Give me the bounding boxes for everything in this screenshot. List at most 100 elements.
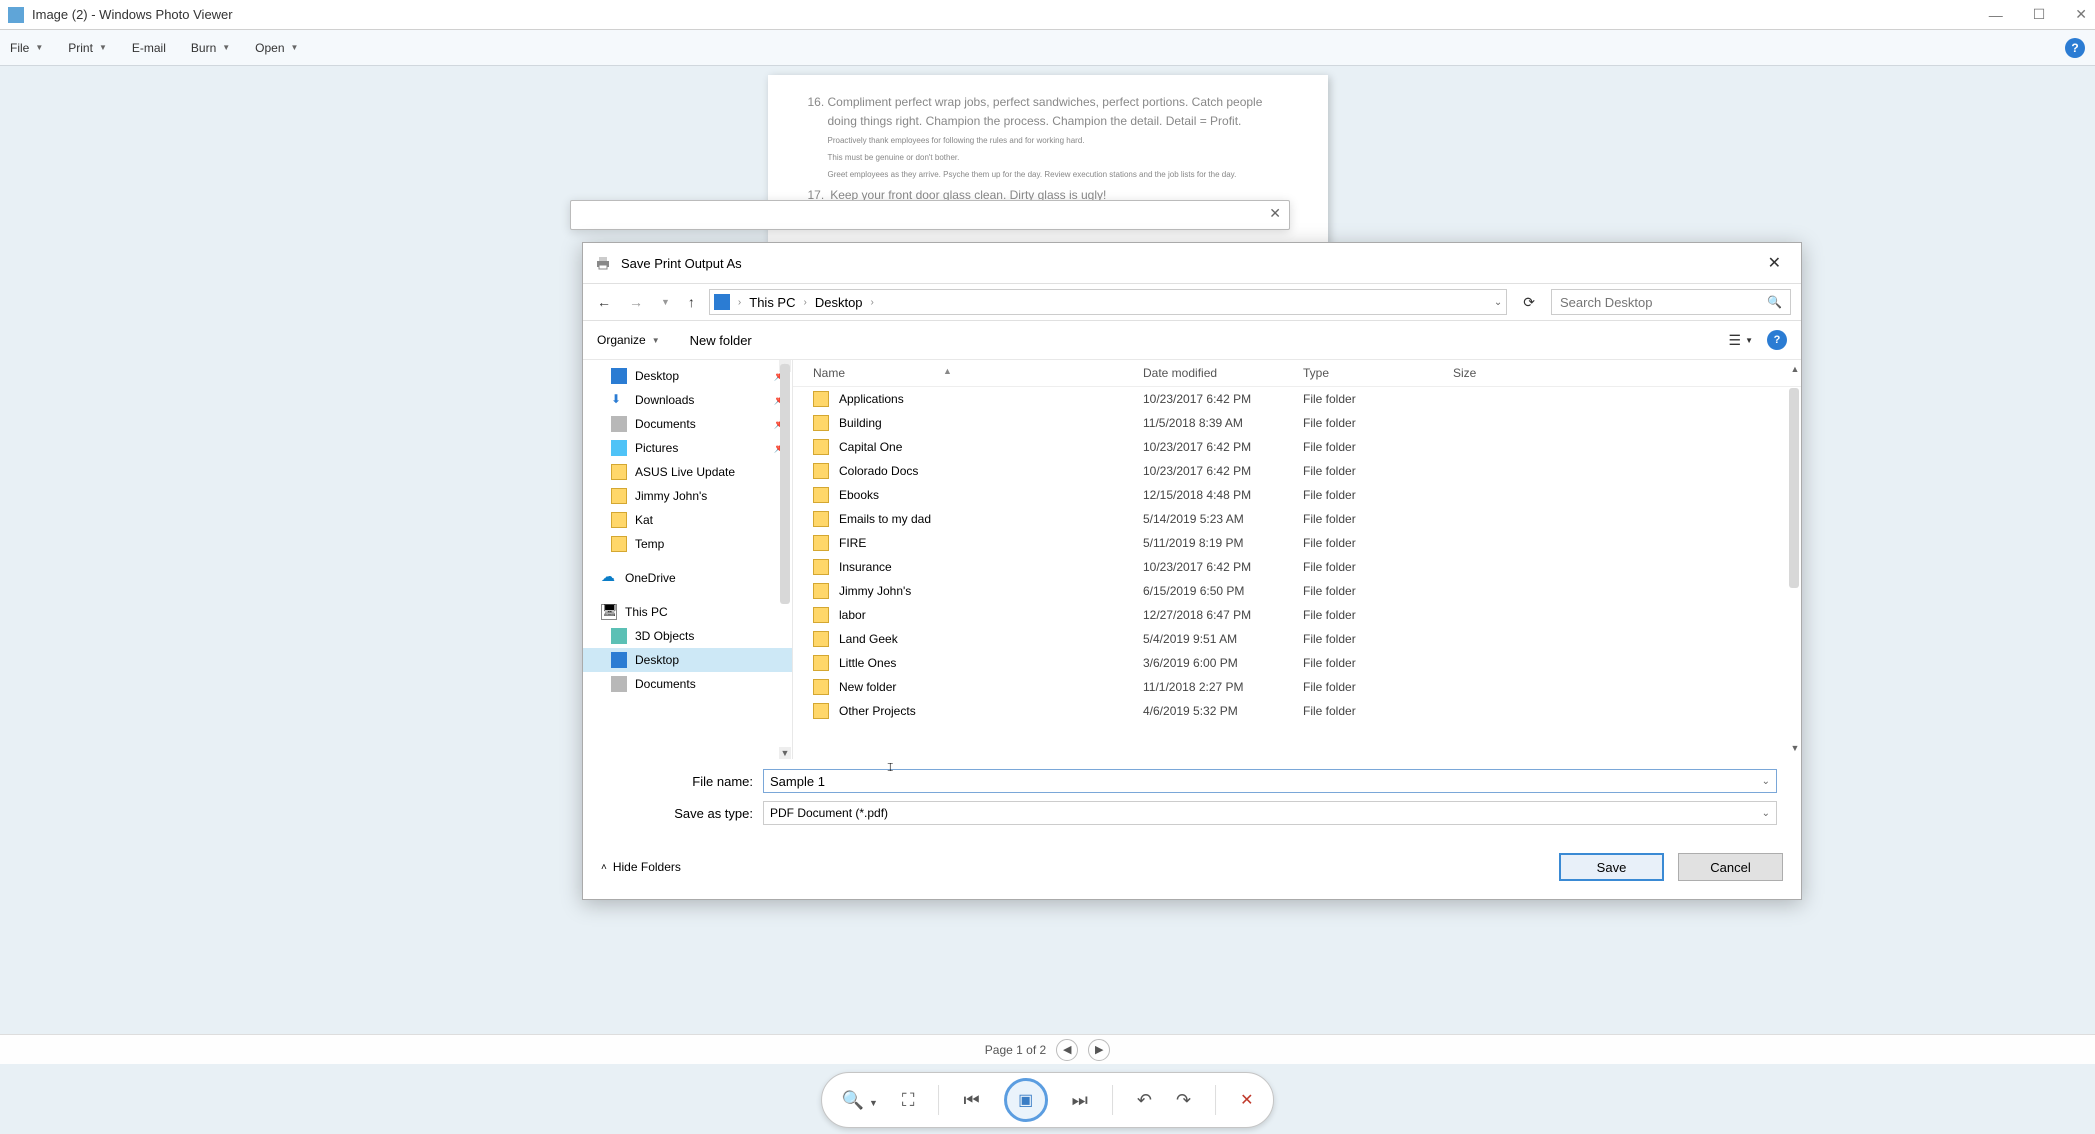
nav-recent-button[interactable]: ▼: [657, 295, 674, 309]
organize-button[interactable]: Organize▼: [597, 333, 660, 347]
file-name: labor: [839, 608, 1143, 622]
minimize-icon[interactable]: —: [1989, 7, 2003, 23]
filename-input-wrapper[interactable]: 𝙸 ⌄: [763, 769, 1777, 793]
zoom-button[interactable]: 🔍 ▼: [842, 1090, 878, 1111]
tree-item-kat[interactable]: Kat: [583, 508, 792, 532]
tree-item-3d-objects[interactable]: 3D Objects: [583, 624, 792, 648]
tree-item-asus[interactable]: ASUS Live Update: [583, 460, 792, 484]
file-row[interactable]: Capital One10/23/2017 6:42 PMFile folder: [793, 435, 1801, 459]
delete-button[interactable]: ✕: [1240, 1090, 1253, 1110]
scroll-down-button[interactable]: ▼: [779, 747, 791, 759]
refresh-button[interactable]: ⟳: [1517, 292, 1541, 313]
filename-input[interactable]: [770, 774, 1756, 789]
column-date[interactable]: Date modified: [1143, 366, 1303, 380]
prev-image-button[interactable]: ⏮: [963, 1090, 979, 1111]
downloads-icon: ⬇: [611, 392, 627, 408]
tree-item-documents2[interactable]: Documents: [583, 672, 792, 696]
file-row[interactable]: Other Projects4/6/2019 5:32 PMFile folde…: [793, 699, 1801, 723]
saveas-select[interactable]: PDF Document (*.pdf) ⌄: [763, 801, 1777, 825]
scrollbar-thumb[interactable]: [780, 364, 790, 604]
column-size[interactable]: Size: [1453, 366, 1553, 380]
close-icon[interactable]: ✕: [2075, 6, 2087, 23]
folder-icon: [813, 511, 829, 527]
column-type[interactable]: Type: [1303, 366, 1453, 380]
file-row[interactable]: Little Ones3/6/2019 6:00 PMFile folder: [793, 651, 1801, 675]
dialog-close-button[interactable]: ✕: [1760, 249, 1789, 277]
toolbar-right: ☰ ▼ ?: [1729, 330, 1787, 350]
search-input[interactable]: [1560, 295, 1767, 310]
file-row[interactable]: Jimmy John's6/15/2019 6:50 PMFile folder: [793, 579, 1801, 603]
menu-burn[interactable]: Burn▼: [191, 41, 230, 55]
breadcrumb-desktop[interactable]: Desktop: [815, 295, 863, 310]
scroll-up-button[interactable]: ▲: [1789, 364, 1801, 376]
rotate-cw-button[interactable]: ↷: [1176, 1090, 1191, 1111]
tree-item-documents[interactable]: Documents📌: [583, 412, 792, 436]
help-icon[interactable]: ?: [2065, 38, 2085, 58]
search-box[interactable]: 🔍: [1551, 289, 1791, 315]
column-name[interactable]: Name: [813, 366, 1143, 380]
file-type: File folder: [1303, 584, 1453, 598]
scrollbar-thumb[interactable]: [1789, 388, 1799, 588]
file-scrollbar[interactable]: ▲ ▼: [1789, 364, 1799, 755]
menu-open[interactable]: Open▼: [255, 41, 298, 55]
prev-page-button[interactable]: ◀: [1056, 1039, 1078, 1061]
new-folder-button[interactable]: New folder: [690, 333, 752, 348]
folder-icon: [813, 679, 829, 695]
breadcrumb-dropdown[interactable]: ⌄: [1494, 297, 1502, 308]
divider: [1215, 1085, 1216, 1115]
dropdown-icon[interactable]: ⌄: [1762, 776, 1770, 787]
file-row[interactable]: Emails to my dad5/14/2019 5:23 AMFile fo…: [793, 507, 1801, 531]
file-row[interactable]: Insurance10/23/2017 6:42 PMFile folder: [793, 555, 1801, 579]
next-image-button[interactable]: ⏭: [1072, 1090, 1088, 1111]
file-type: File folder: [1303, 512, 1453, 526]
file-name: Ebooks: [839, 488, 1143, 502]
file-row[interactable]: labor12/27/2018 6:47 PMFile folder: [793, 603, 1801, 627]
menu-print[interactable]: Print▼: [68, 41, 107, 55]
file-row[interactable]: Colorado Docs10/23/2017 6:42 PMFile fold…: [793, 459, 1801, 483]
tree-item-this-pc[interactable]: This PC: [583, 600, 792, 624]
file-name: Applications: [839, 392, 1143, 406]
file-date: 3/6/2019 6:00 PM: [1143, 656, 1303, 670]
help-icon[interactable]: ?: [1767, 330, 1787, 350]
scroll-down-button[interactable]: ▼: [1789, 743, 1801, 755]
save-button[interactable]: Save: [1559, 853, 1664, 881]
file-row[interactable]: New folder11/1/2018 2:27 PMFile folder: [793, 675, 1801, 699]
tree-item-onedrive[interactable]: OneDrive: [583, 566, 792, 590]
nav-tree[interactable]: ▲ Desktop📌 ⬇Downloads📌 Documents📌 Pictur…: [583, 360, 793, 759]
file-row[interactable]: Building11/5/2018 8:39 AMFile folder: [793, 411, 1801, 435]
nav-back-button[interactable]: ←: [593, 292, 615, 312]
dialog-titlebar: Save Print Output As ✕: [583, 243, 1801, 283]
tree-item-downloads[interactable]: ⬇Downloads📌: [583, 388, 792, 412]
tree-item-desktop[interactable]: Desktop📌: [583, 364, 792, 388]
rotate-ccw-button[interactable]: ↶: [1137, 1090, 1152, 1111]
nav-forward-button[interactable]: →: [625, 292, 647, 312]
dropdown-icon[interactable]: ⌄: [1762, 808, 1770, 819]
file-row[interactable]: Applications10/23/2017 6:42 PMFile folde…: [793, 387, 1801, 411]
onedrive-icon: [601, 570, 617, 586]
breadcrumb-this-pc[interactable]: This PC: [749, 295, 795, 310]
folder-icon: [813, 607, 829, 623]
view-mode-button[interactable]: ☰ ▼: [1729, 332, 1753, 349]
maximize-icon[interactable]: ☐: [2033, 6, 2046, 23]
fit-window-button[interactable]: ⛶: [902, 1090, 915, 1111]
cancel-button[interactable]: Cancel: [1678, 853, 1783, 881]
tree-item-desktop-selected[interactable]: Desktop: [583, 648, 792, 672]
breadcrumb[interactable]: › This PC › Desktop › ⌄: [709, 289, 1507, 315]
folder-icon: [813, 655, 829, 671]
file-date: 10/23/2017 6:42 PM: [1143, 464, 1303, 478]
next-page-button[interactable]: ▶: [1088, 1039, 1110, 1061]
hide-folders-button[interactable]: ˄Hide Folders: [601, 860, 681, 874]
menu-email[interactable]: E-mail: [132, 41, 166, 55]
file-name: Jimmy John's: [839, 584, 1143, 598]
nav-up-button[interactable]: ↑: [684, 292, 699, 312]
file-row[interactable]: FIRE5/11/2019 8:19 PMFile folder: [793, 531, 1801, 555]
tree-item-temp[interactable]: Temp: [583, 532, 792, 556]
3d-objects-icon: [611, 628, 627, 644]
file-row[interactable]: Land Geek5/4/2019 9:51 AMFile folder: [793, 627, 1801, 651]
slideshow-button[interactable]: ▣: [1004, 1078, 1048, 1122]
tree-item-jimmy[interactable]: Jimmy John's: [583, 484, 792, 508]
tree-item-pictures[interactable]: Pictures📌: [583, 436, 792, 460]
close-icon[interactable]: ✕: [1269, 205, 1281, 222]
file-row[interactable]: Ebooks12/15/2018 4:48 PMFile folder: [793, 483, 1801, 507]
menu-file[interactable]: File▼: [10, 41, 43, 55]
